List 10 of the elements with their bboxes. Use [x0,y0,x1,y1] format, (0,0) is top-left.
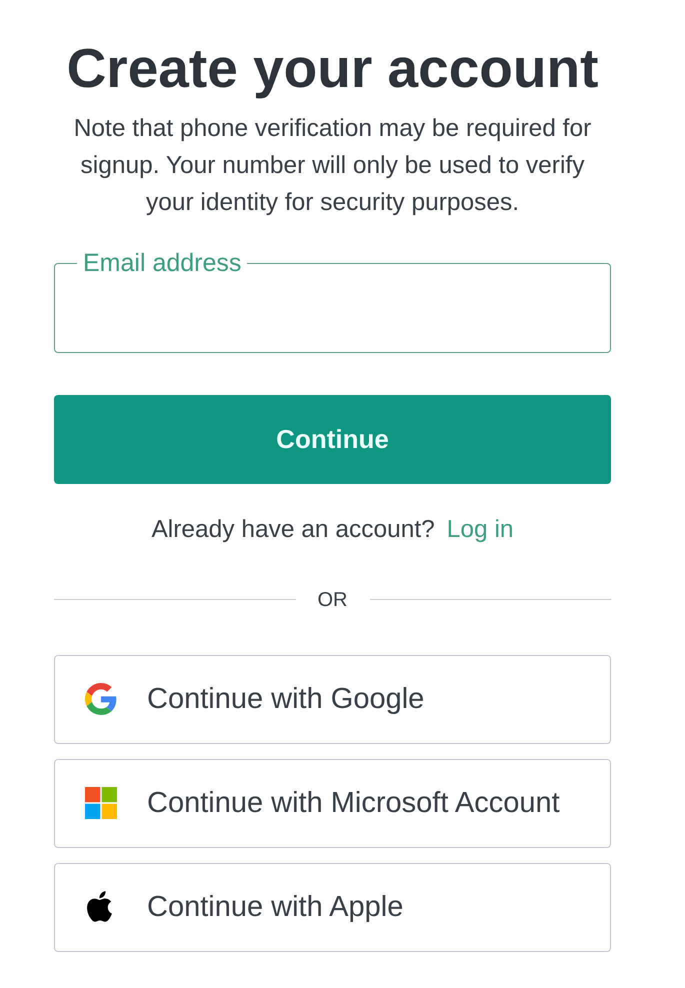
four-squares-icon [85,787,117,820]
or-divider-label: OR [318,588,348,613]
page-title: Create your account [66,41,600,96]
continue-with-google-button[interactable]: Continue with Google [54,654,611,744]
continue-with-microsoft-button[interactable]: Continue with Microsoft Account [54,758,611,848]
phone-verification-note: Note that phone verification may be required for signup. Your number will only be used to verify your identity for security purposes. [72,114,592,218]
google-g-icon [85,683,117,716]
account-prompt-text: Already have an account? [151,515,435,545]
continue-with-apple-button[interactable]: Continue with Apple [54,862,611,952]
continue-button[interactable]: Continue [54,395,611,484]
